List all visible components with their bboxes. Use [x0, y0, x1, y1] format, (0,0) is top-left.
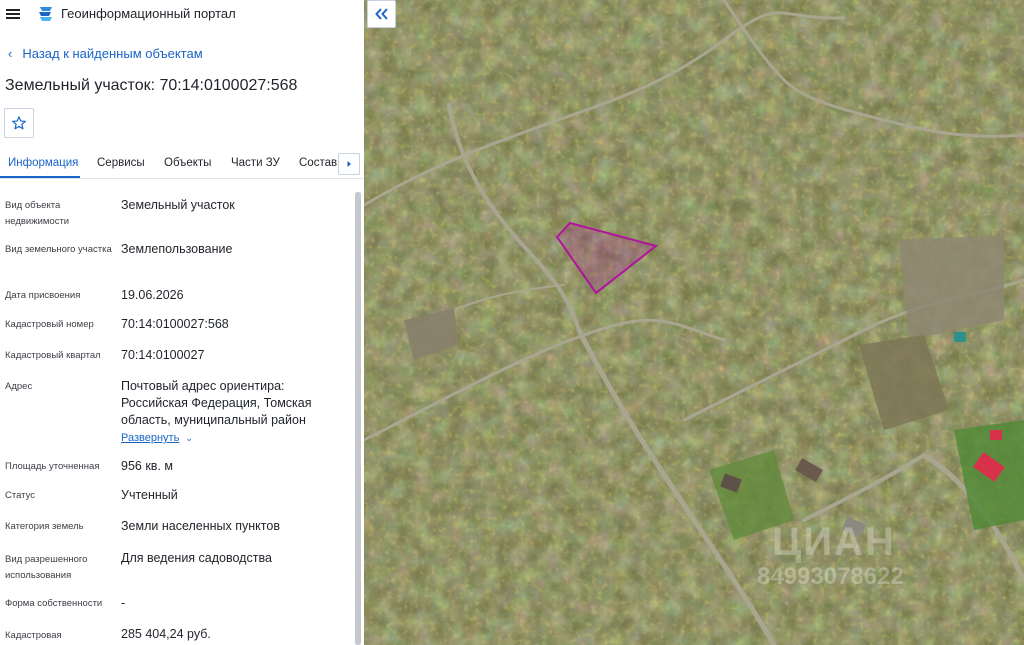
- info-panel: Геоинформационный портал ‹ Назад к найден…: [0, 0, 364, 645]
- chevron-down-icon: ⌄: [185, 433, 193, 443]
- portal-logo-icon: [39, 7, 52, 21]
- row-value: Землепользование: [121, 242, 233, 256]
- row-label: Категория земель: [5, 521, 84, 532]
- row-value: Учтенный: [121, 488, 178, 502]
- row-label: Кадастровый квартал: [5, 350, 101, 361]
- row-label: Кадастровый номер: [5, 319, 94, 330]
- app-title: Геоинформационный портал: [61, 6, 236, 21]
- row-label: Адрес: [5, 381, 33, 392]
- chevron-left-icon: ‹: [8, 46, 13, 61]
- row-value: 956 кв. м: [121, 459, 173, 473]
- tab-bar: Информация Сервисы Объекты Части ЗУ Сост…: [0, 151, 364, 179]
- row-label: Вид земельного участка: [5, 244, 112, 255]
- row-value: Земли населенных пунктов: [121, 519, 280, 533]
- active-tab-indicator: [0, 176, 80, 178]
- address-value-block: Почтовый адрес ориентира: Российская Фед…: [121, 378, 346, 447]
- top-bar: Геоинформационный портал: [0, 0, 364, 28]
- tabs-next-button[interactable]: [338, 153, 360, 175]
- row-label: Дата присвоения: [5, 290, 81, 301]
- page-title: Земельный участок: 70:14:0100027:568: [5, 77, 298, 94]
- tab-parts[interactable]: Части ЗУ: [231, 157, 280, 169]
- row-value: 285 404,24 руб.: [121, 627, 211, 641]
- panel-scrollbar[interactable]: [355, 192, 361, 645]
- row-value: Земельный участок: [121, 198, 235, 212]
- collapse-panel-button[interactable]: [367, 0, 396, 28]
- tab-composition[interactable]: Состав: [299, 157, 337, 169]
- watermark-phone: 84993078622: [757, 563, 904, 590]
- back-link[interactable]: ‹ Назад к найденным объектам: [8, 46, 203, 61]
- double-chevron-left-icon: [374, 8, 388, 20]
- row-label: Вид объекта недвижимости: [5, 200, 70, 227]
- row-value: Почтовый адрес ориентира: Российская Фед…: [121, 379, 312, 427]
- attributes-list: Вид объекта недвижимости Земельный участ…: [0, 180, 352, 645]
- tab-services[interactable]: Сервисы: [97, 157, 145, 169]
- tab-information[interactable]: Информация: [8, 157, 78, 169]
- expand-address-link[interactable]: Развернуть ⌄: [121, 430, 193, 447]
- hamburger-icon[interactable]: [6, 7, 22, 21]
- row-label: Площадь уточненная: [5, 461, 100, 472]
- satellite-map[interactable]: [364, 0, 1024, 645]
- row-label: Кадастровая: [5, 630, 62, 641]
- back-link-label: Назад к найденным объектам: [22, 46, 203, 61]
- row-value: 70:14:0100027:568: [121, 317, 229, 331]
- row-label: Форма собственности: [5, 598, 103, 609]
- row-value: 19.06.2026: [121, 288, 184, 302]
- watermark: ЦИАН: [772, 520, 896, 564]
- row-value: -: [121, 596, 126, 610]
- row-value: 70:14:0100027: [121, 348, 205, 362]
- satellite-imagery: [364, 0, 1024, 645]
- row-value: Для ведения садоводства: [121, 551, 272, 565]
- star-icon: [12, 116, 26, 130]
- scrollbar-thumb[interactable]: [355, 192, 361, 645]
- row-label: Вид разрешенного использования: [5, 554, 88, 581]
- chevron-right-icon: [347, 161, 351, 167]
- tab-objects[interactable]: Объекты: [164, 157, 211, 169]
- expand-link-label: Развернуть: [121, 432, 180, 444]
- row-label: Статус: [5, 490, 36, 501]
- favorite-button[interactable]: [4, 108, 34, 138]
